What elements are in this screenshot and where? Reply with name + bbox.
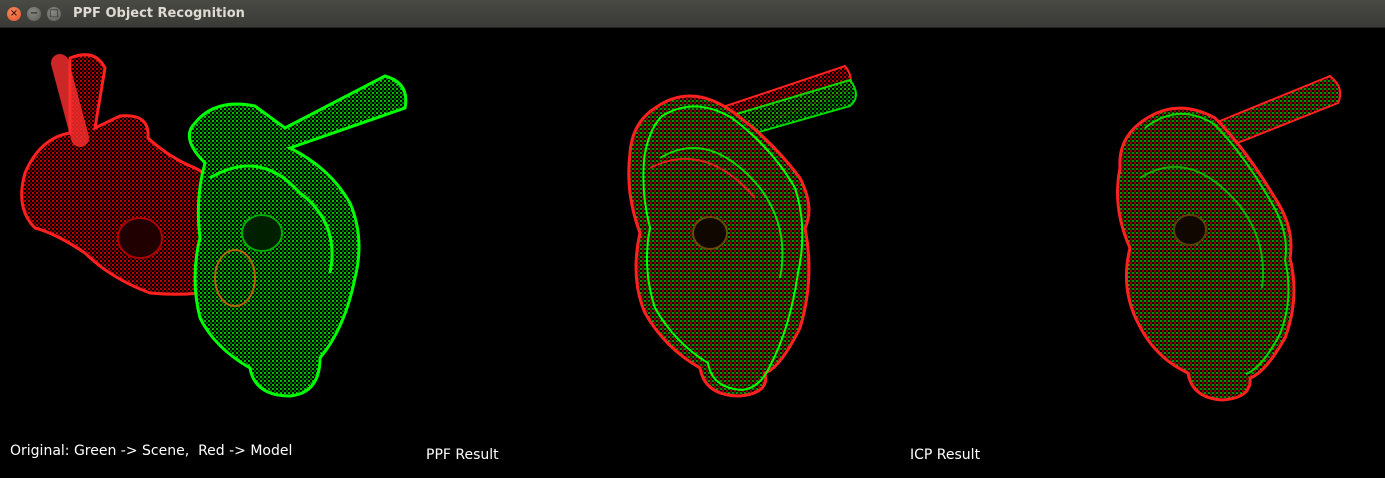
close-button[interactable]: × xyxy=(7,7,21,21)
app-window: × − □ PPF Object Recognition Original: G… xyxy=(0,0,1385,478)
title-bar[interactable]: × − □ PPF Object Recognition xyxy=(0,0,1385,28)
icp-result-caption: ICP Result xyxy=(910,447,981,463)
point-cloud-view xyxy=(20,53,1342,402)
ppf-result-view xyxy=(627,64,857,398)
original-view xyxy=(20,53,408,398)
window-title: PPF Object Recognition xyxy=(73,6,245,21)
minimize-button[interactable]: − xyxy=(27,7,41,21)
original-caption: Original: Green -> Scene, Red -> Model xyxy=(10,443,293,459)
minimize-icon: − xyxy=(29,8,39,19)
scene-cloud xyxy=(187,74,408,398)
ppf-result-caption: PPF Result xyxy=(426,447,499,463)
maximize-button[interactable]: □ xyxy=(47,7,61,21)
render-canvas: Original: Green -> Scene, Red -> Model P… xyxy=(0,28,1385,478)
close-icon: × xyxy=(9,8,19,19)
maximize-icon: □ xyxy=(49,8,59,19)
icp-result-view xyxy=(1116,74,1342,402)
